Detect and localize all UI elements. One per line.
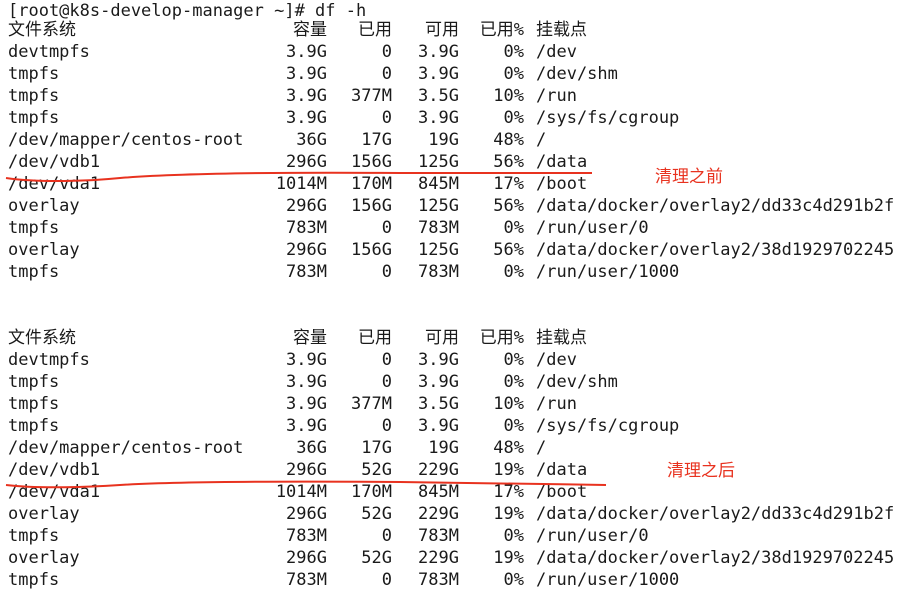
cell-use-percent: 0% — [503, 570, 524, 590]
cell-use-percent: 10% — [493, 394, 524, 414]
cell-use-percent: 0% — [503, 64, 524, 84]
annotation-after-cleanup: 清理之后 — [667, 461, 735, 481]
cell-use-percent: 0% — [503, 372, 524, 392]
cell-use-percent: 19% — [493, 460, 524, 480]
header-use-percent: 已用% — [479, 20, 524, 40]
cell-mount-point: /boot — [536, 174, 588, 194]
cell-mount-point: /dev — [536, 42, 577, 62]
cell-use-percent: 0% — [503, 416, 524, 436]
cell-mount-point: /data/docker/overlay2/38d1929702245 — [536, 240, 895, 260]
cell-mount-point: /run/user/0 — [536, 526, 649, 546]
header-mount-point: 挂载点 — [536, 328, 587, 348]
cell-use-percent: 19% — [493, 548, 524, 568]
header-mount-point: 挂载点 — [536, 20, 587, 40]
cell-mount-point: /sys/fs/cgroup — [536, 108, 680, 128]
cell-mount-point: /run — [536, 86, 577, 106]
cell-mount-point: /data/docker/overlay2/dd33c4d291b2f — [536, 504, 895, 524]
cell-use-percent: 0% — [503, 350, 524, 370]
terminal-window[interactable]: [root@k8s-develop-manager ~]# df -h 文件系统… — [0, 0, 918, 609]
header-use-percent: 已用% — [479, 328, 524, 348]
cell-mount-point: /dev/shm — [536, 372, 618, 392]
cell-use-percent: 17% — [493, 482, 524, 502]
cell-use-percent: 56% — [493, 196, 524, 216]
cell-mount-point: /run/user/1000 — [536, 262, 680, 282]
cell-use-percent: 48% — [493, 438, 524, 458]
cell-mount-point: /sys/fs/cgroup — [536, 416, 680, 436]
annotation-before-cleanup: 清理之前 — [655, 167, 723, 187]
cell-mount-point: /dev — [536, 350, 577, 370]
cell-mount-point: /run — [536, 394, 577, 414]
cell-use-percent: 56% — [493, 152, 524, 172]
cell-mount-point: /data — [536, 460, 588, 480]
cell-use-percent: 0% — [503, 262, 524, 282]
cell-use-percent: 0% — [503, 526, 524, 546]
cell-mount-point: /run/user/1000 — [536, 570, 680, 590]
cell-use-percent: 0% — [503, 108, 524, 128]
cell-mount-point: / — [536, 438, 547, 458]
cell-use-percent: 56% — [493, 240, 524, 260]
cell-use-percent: 19% — [493, 504, 524, 524]
cell-use-percent: 48% — [493, 130, 524, 150]
cell-use-percent: 10% — [493, 86, 524, 106]
cell-mount-point: / — [536, 130, 547, 150]
cell-use-percent: 0% — [503, 42, 524, 62]
cell-mount-point: /data/docker/overlay2/38d1929702245 — [536, 548, 895, 568]
cell-use-percent: 17% — [493, 174, 524, 194]
cell-mount-point: /dev/shm — [536, 64, 618, 84]
cell-mount-point: /boot — [536, 482, 588, 502]
cell-mount-point: /data — [536, 152, 588, 172]
cell-use-percent: 0% — [503, 218, 524, 238]
cell-mount-point: /run/user/0 — [536, 218, 649, 238]
cell-mount-point: /data/docker/overlay2/dd33c4d291b2f — [536, 196, 895, 216]
